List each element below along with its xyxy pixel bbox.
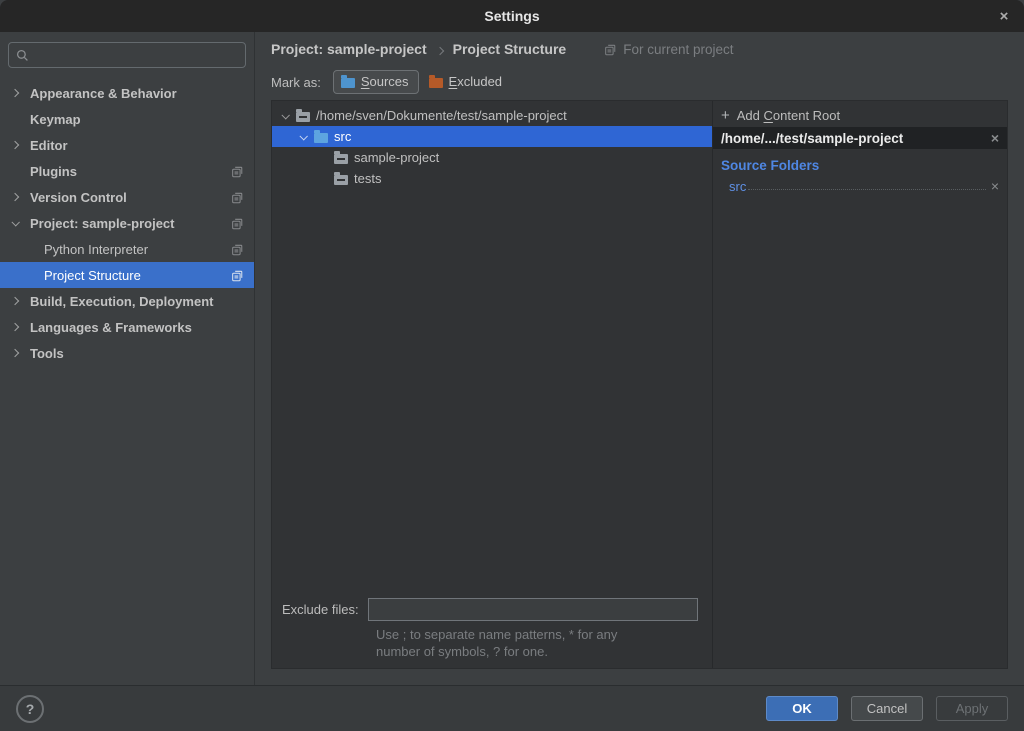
mark-sources-button[interactable]: Sources bbox=[333, 70, 419, 94]
structure-panels: /home/sven/Dokumente/test/sample-project… bbox=[271, 100, 1008, 669]
per-project-settings-icon bbox=[231, 217, 244, 230]
remove-content-root-icon[interactable]: × bbox=[991, 130, 999, 146]
remove-source-folder-icon[interactable]: × bbox=[991, 178, 999, 194]
settings-nav: Appearance & Behavior Keymap Editor Plug… bbox=[0, 80, 254, 685]
tree-row-content-root[interactable]: /home/sven/Dokumente/test/sample-project bbox=[272, 105, 712, 126]
chevron-down-icon[interactable] bbox=[11, 218, 19, 226]
mark-as-toolbar: Mark as: Sources Excluded bbox=[255, 66, 1024, 98]
sidebar-item-tools[interactable]: Tools bbox=[0, 340, 254, 366]
tree-row-tests[interactable]: tests bbox=[272, 168, 712, 189]
folder-icon bbox=[334, 154, 348, 164]
title-bar: Settings × bbox=[0, 0, 1024, 32]
exclude-files-section: Exclude files: Use ; to separate name pa… bbox=[272, 598, 712, 668]
close-icon: × bbox=[1000, 8, 1009, 25]
ok-button[interactable]: OK bbox=[766, 696, 838, 721]
source-folder-icon bbox=[314, 133, 328, 143]
dialog-title: Settings bbox=[484, 8, 539, 24]
chevron-right-icon[interactable] bbox=[11, 141, 19, 149]
settings-dialog: Settings × Appearance & Behavior Keymap bbox=[0, 0, 1024, 731]
exclude-files-input[interactable] bbox=[368, 598, 698, 621]
sidebar-item-project-sample-project[interactable]: Project: sample-project bbox=[0, 210, 254, 236]
exclude-files-hint: Use ; to separate name patterns, * for a… bbox=[376, 626, 702, 660]
chevron-right-icon bbox=[435, 46, 443, 54]
mark-as-label: Mark as: bbox=[271, 75, 321, 90]
cancel-button[interactable]: Cancel bbox=[851, 696, 923, 721]
sidebar-item-plugins[interactable]: Plugins bbox=[0, 158, 254, 184]
chevron-down-icon[interactable] bbox=[299, 132, 307, 140]
sidebar-item-languages-frameworks[interactable]: Languages & Frameworks bbox=[0, 314, 254, 340]
sidebar-item-build-execution-deployment[interactable]: Build, Execution, Deployment bbox=[0, 288, 254, 314]
sidebar-item-version-control[interactable]: Version Control bbox=[0, 184, 254, 210]
apply-button[interactable]: Apply bbox=[936, 696, 1008, 721]
chevron-right-icon[interactable] bbox=[11, 323, 19, 331]
content-root-tree: /home/sven/Dokumente/test/sample-project… bbox=[272, 101, 712, 668]
help-button[interactable]: ? bbox=[16, 695, 44, 723]
tree-row-sample-project[interactable]: sample-project bbox=[272, 147, 712, 168]
mark-excluded-button[interactable]: Excluded bbox=[421, 70, 512, 94]
per-project-settings-icon bbox=[604, 43, 617, 56]
exclude-files-label: Exclude files: bbox=[282, 602, 368, 617]
close-button[interactable]: × bbox=[984, 0, 1024, 32]
folder-icon bbox=[334, 175, 348, 185]
breadcrumb: Project: sample-project Project Structur… bbox=[255, 32, 1024, 66]
search-icon bbox=[16, 49, 29, 62]
search-input[interactable] bbox=[34, 48, 238, 63]
settings-sidebar: Appearance & Behavior Keymap Editor Plug… bbox=[0, 32, 255, 685]
plus-icon: + bbox=[721, 108, 730, 123]
question-mark-icon: ? bbox=[26, 701, 35, 717]
content-root-details: + Add Content Root /home/.../test/sample… bbox=[713, 101, 1007, 668]
source-folder-entry[interactable]: src × bbox=[729, 178, 999, 194]
chevron-right-icon[interactable] bbox=[11, 297, 19, 305]
sidebar-item-python-interpreter[interactable]: Python Interpreter bbox=[0, 236, 254, 262]
tree-row-src[interactable]: src bbox=[272, 126, 712, 147]
sidebar-item-editor[interactable]: Editor bbox=[0, 132, 254, 158]
content-root-entry[interactable]: /home/.../test/sample-project × bbox=[713, 127, 1007, 149]
per-project-settings-icon bbox=[231, 269, 244, 282]
per-project-settings-icon bbox=[231, 165, 244, 178]
per-project-settings-icon bbox=[231, 243, 244, 256]
dialog-footer: ? OK Cancel Apply bbox=[0, 685, 1024, 731]
folder-icon bbox=[296, 112, 310, 122]
source-folders-title: Source Folders bbox=[721, 158, 999, 173]
dotted-leader bbox=[748, 189, 985, 190]
chevron-right-icon[interactable] bbox=[11, 349, 19, 357]
sidebar-item-appearance-behavior[interactable]: Appearance & Behavior bbox=[0, 80, 254, 106]
settings-search-box[interactable] bbox=[8, 42, 246, 68]
scope-note: For current project bbox=[604, 42, 733, 57]
chevron-right-icon[interactable] bbox=[11, 89, 19, 97]
add-content-root-button[interactable]: + Add Content Root bbox=[713, 103, 1007, 127]
chevron-down-icon[interactable] bbox=[281, 111, 289, 119]
sidebar-item-keymap[interactable]: Keymap bbox=[0, 106, 254, 132]
chevron-right-icon[interactable] bbox=[11, 193, 19, 201]
per-project-settings-icon bbox=[231, 191, 244, 204]
sidebar-item-project-structure[interactable]: Project Structure bbox=[0, 262, 254, 288]
excluded-folder-icon bbox=[429, 78, 443, 88]
settings-main: Project: sample-project Project Structur… bbox=[255, 32, 1024, 685]
page-title: Project Structure bbox=[453, 41, 567, 57]
sources-folder-icon bbox=[341, 78, 355, 88]
breadcrumb-project: Project: sample-project bbox=[271, 41, 427, 57]
